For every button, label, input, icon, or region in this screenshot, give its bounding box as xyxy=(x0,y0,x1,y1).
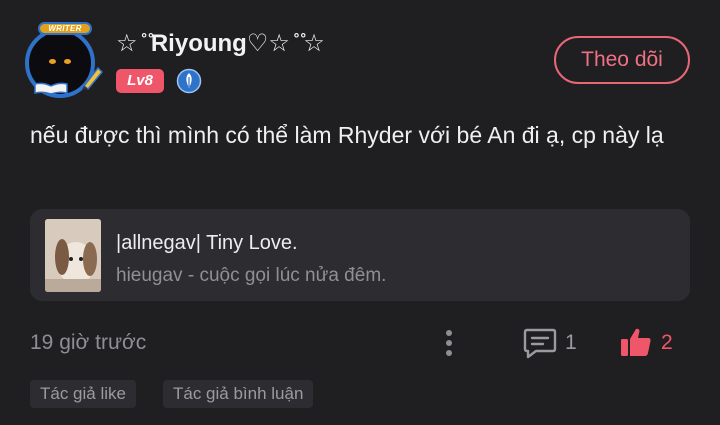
cat-eye-left xyxy=(49,59,56,64)
pen-icon xyxy=(82,66,104,90)
level-badge: Lv8 xyxy=(116,69,164,93)
story-cover-image xyxy=(45,219,101,292)
writer-badge: WRITER xyxy=(38,22,92,35)
cat-eye-right xyxy=(64,59,71,64)
author-avatar[interactable]: WRITER xyxy=(22,22,104,100)
thumbs-up-icon[interactable] xyxy=(620,326,652,358)
story-title: |allnegav| Tiny Love. xyxy=(116,232,298,254)
quill-badge-icon xyxy=(176,68,202,94)
tag-author-liked: Tác giả like xyxy=(30,380,136,408)
story-subtitle: hieugav - cuộc gọi lúc nửa đêm. xyxy=(116,265,387,286)
comment-text: nếu được thì mình có thể làm Rhyder với … xyxy=(30,122,664,148)
comment-icon[interactable] xyxy=(523,327,557,359)
tag-author-commented: Tác giả bình luận xyxy=(163,380,314,408)
more-vertical-icon[interactable] xyxy=(440,329,458,357)
story-card[interactable]: |allnegav| Tiny Love. hieugav - cuộc gọi… xyxy=(30,209,690,301)
reply-count: 1 xyxy=(565,331,577,354)
comment-timestamp: 19 giờ trước xyxy=(30,331,147,354)
follow-button[interactable]: Theo dõi xyxy=(554,36,690,84)
author-name[interactable]: ☆ ̊ ̊Riyoung♡☆ ̊ ̊☆ xyxy=(116,29,325,58)
book-icon xyxy=(34,82,68,94)
like-count: 2 xyxy=(661,331,673,354)
